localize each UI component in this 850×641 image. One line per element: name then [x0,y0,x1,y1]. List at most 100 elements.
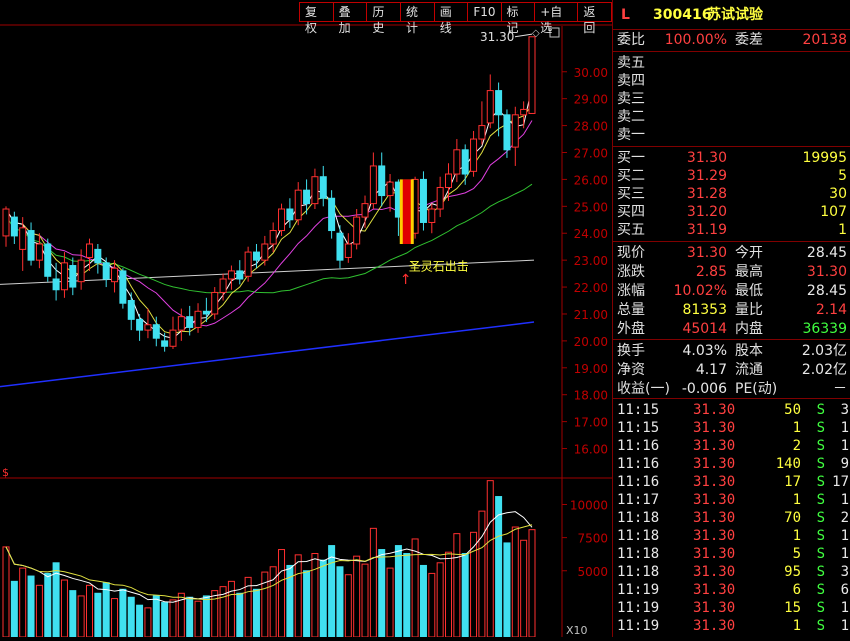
tick-side: S [816,402,825,418]
tick-count: 1 [840,600,849,616]
kline-chart-svg[interactable]: 30.00 29.00 28.00 27.00 26.00 25.00 24.00 23.00… [0,0,612,638]
quote-value: 31.30 [806,264,847,280]
quote-value: 28.45 [806,283,847,299]
toolbar-button-3[interactable]: 统计 [400,2,435,35]
volume-bar [311,553,319,638]
tick-time: 11:17 [617,492,660,508]
tick-row: 11:18 31.30 95 S 3 [617,563,850,581]
kline-chart-area[interactable]: 30.00 29.00 28.00 27.00 26.00 25.00 24.00 23.00… [0,0,613,638]
tick-price: 31.30 [693,438,736,454]
toolbar-button-8[interactable]: 返回 [577,2,613,35]
toolbar-button-7[interactable]: +自选 [534,2,579,35]
finance-label: 换手 [617,343,645,359]
tick-price: 31.30 [693,564,736,580]
candle-body [252,251,260,261]
volume-bar [227,580,235,638]
volume-bar [453,533,461,638]
order-volume: 30 [829,186,847,202]
tick-count: 6 [840,582,849,598]
tick-side: S [816,600,825,616]
candle-body [219,278,227,293]
tick-count: 1 [840,546,849,562]
quote-label: 内盘 [735,321,763,337]
candle-body [85,243,93,258]
candle-body [60,262,68,291]
divider [613,339,850,340]
tick-row: 11:18 31.30 5 S 1 [617,545,850,563]
price-tick-label: 25.00 [574,200,608,214]
signal-bar-core [402,179,411,244]
quote-label: 量比 [735,302,763,318]
tick-time: 11:18 [617,528,660,544]
order-label: 买三 [617,186,645,202]
volume-bar [111,598,119,638]
candle-body [102,262,110,280]
weicha-value: 20138 [802,32,847,48]
price-tick-label: 30.00 [574,66,608,80]
toolbar-button-6[interactable]: 标记 [500,2,536,35]
ma-10-line [5,104,533,335]
candle-body [428,208,436,223]
tick-count: 1 [840,420,849,436]
tick-volume: 70 [784,510,801,526]
tick-volume: 5 [792,546,801,562]
volume-bar [361,563,369,638]
quote-panel: L 300416 苏试试验 委比 100.00% 委差 20138 卖五 卖四 卖三… [612,0,850,637]
volume-bar [27,575,35,638]
tick-side: S [816,438,825,454]
finance-row: 换手 4.03% 股本 2.03亿 [617,342,850,360]
sell-order-row: 卖五 [617,54,850,72]
tick-side: S [816,510,825,526]
volume-bar [478,510,486,638]
toolbar-button-5[interactable]: F10 [467,2,502,22]
stock-flag: L [621,7,630,23]
quote-label: 现价 [617,245,645,261]
quote-label: 最低 [735,283,763,299]
candle-body [19,227,27,250]
dollar-icon: $ [2,466,9,479]
toolbar-button-1[interactable]: 叠加 [332,2,368,35]
volume-bar [378,549,386,638]
volume-bar [344,574,352,638]
quote-value: 31.30 [686,245,727,261]
volume-bar [236,592,244,638]
finance-value: 4.03% [682,343,727,359]
order-label: 卖三 [617,91,645,107]
ma-60-line [5,183,533,294]
price-tick-label: 24.00 [574,227,608,241]
volume-bar [77,595,85,638]
volume-bar [419,564,427,638]
tick-time: 11:16 [617,474,660,490]
quote-label: 涨跌 [617,264,645,280]
candle-body [261,243,269,261]
order-label: 卖四 [617,73,645,89]
volume-bar [202,595,210,638]
tick-time: 11:19 [617,618,660,634]
tick-row: 11:16 31.30 140 S 9 [617,455,850,473]
price-tick-label: 17.00 [574,416,608,430]
tick-volume: 1 [792,420,801,436]
quote-value: 28.45 [806,245,847,261]
finance-label: 净资 [617,362,645,378]
volume-bar [252,588,260,638]
volume-bar [60,579,68,638]
volume-bar [445,551,453,638]
candle-body [436,186,444,210]
ma-5-line [5,86,533,339]
signal-arrow-icon: ↑ [400,272,412,288]
toolbar-button-4[interactable]: 画线 [433,2,469,35]
candle-body [470,138,478,172]
toolbar-button-2[interactable]: 历史 [366,2,402,35]
signal-label: 圣灵石出击 [409,260,469,274]
tick-volume: 1 [792,618,801,634]
toolbar-button-0[interactable]: 复权 [299,2,334,35]
quote-label: 最高 [735,264,763,280]
tick-volume: 1 [792,492,801,508]
price-tick-label: 23.00 [574,254,608,268]
candle-body [69,265,77,288]
tick-count: 9 [840,456,849,472]
chart-toolbar: 复权 叠加 历史 统计 画线 F10 标记 +自选 返回 [299,2,613,35]
tick-count: 1 [840,438,849,454]
volume-bar [186,596,194,638]
quote-value: 45014 [682,321,727,337]
